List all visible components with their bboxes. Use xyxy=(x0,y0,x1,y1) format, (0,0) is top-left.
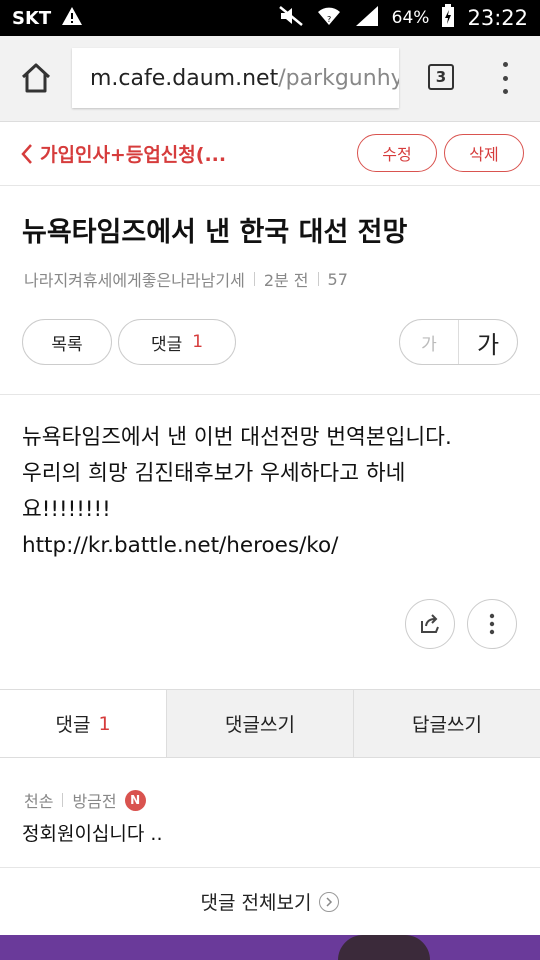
carrier-label: SKT xyxy=(12,7,52,29)
post-author[interactable]: 나라지켜휴세에게좋은나라남기세 xyxy=(24,267,245,291)
comment-meta: 천손 방금전 N xyxy=(24,788,146,812)
font-large-button[interactable]: 가 xyxy=(459,320,517,364)
mute-icon xyxy=(278,5,304,32)
comment-button[interactable]: 댓글 1 xyxy=(118,319,236,365)
svg-text:?: ? xyxy=(327,15,331,24)
chevron-right-icon xyxy=(319,891,340,912)
view-all-label: 댓글 전체보기 xyxy=(200,892,312,914)
tab-comments-count: 1 xyxy=(98,712,111,735)
chevron-left-icon xyxy=(21,143,32,164)
vertical-dots-icon xyxy=(489,613,495,635)
comment-time: 방금전 xyxy=(72,792,117,811)
back-to-board-link[interactable]: 가입인사+등업신청(... xyxy=(20,140,226,167)
home-icon[interactable] xyxy=(18,60,54,96)
tab-comments-label: 댓글 xyxy=(55,714,91,736)
status-bar: SKT ? 64% 23:22 xyxy=(0,0,540,36)
overflow-menu-icon[interactable] xyxy=(494,62,516,94)
post-action-row: 목록 댓글 1 가 가 xyxy=(0,319,540,365)
view-all-comments-link[interactable]: 댓글 전체보기 xyxy=(0,867,540,935)
post-time: 2분 전 xyxy=(263,271,309,290)
battery-icon xyxy=(441,3,455,33)
body-line: 우리의 희망 김진태후보가 우세하다고 하네 xyxy=(22,461,406,486)
font-size-toggle: 가 가 xyxy=(399,319,518,365)
banner-image xyxy=(338,935,430,960)
browser-toolbar: m.cafe.daum.net/parkgunhy 3 xyxy=(0,36,540,122)
more-options-button[interactable] xyxy=(467,599,517,649)
post-views: 57 xyxy=(327,269,348,289)
body-line: 요!!!!!!!! xyxy=(22,497,111,522)
signal-icon xyxy=(354,5,380,32)
tab-switcher-button[interactable]: 3 xyxy=(428,64,454,90)
clock: 23:22 xyxy=(467,6,528,30)
body-link[interactable]: http://kr.battle.net/heroes/ko/ xyxy=(22,528,522,564)
tab-write-reply[interactable]: 답글쓰기 xyxy=(354,690,540,757)
post-meta: 나라지켜휴세에게좋은나라남기세 2분 전 57 xyxy=(24,267,348,291)
url-domain: m.cafe.daum.net xyxy=(90,65,279,91)
url-bar[interactable]: m.cafe.daum.net/parkgunhy xyxy=(72,48,399,108)
tab-comments[interactable]: 댓글 1 xyxy=(0,690,166,757)
comment-text: 정회원이십니다 .. xyxy=(22,823,163,845)
board-nav: 가입인사+등업신청(... 수정 삭제 xyxy=(0,122,540,186)
warning-icon xyxy=(61,6,83,31)
font-small-button[interactable]: 가 xyxy=(400,320,459,364)
tab-write-comment[interactable]: 댓글쓰기 xyxy=(166,690,354,757)
share-icon xyxy=(421,614,439,633)
new-badge: N xyxy=(124,789,146,811)
post-body: 뉴욕타임즈에서 낸 이번 대선전망 번역본입니다. 우리의 희망 김진태후보가 … xyxy=(22,420,522,564)
wifi-icon: ? xyxy=(316,5,342,32)
body-line: 뉴욕타임즈에서 낸 이번 대선전망 번역본입니다. xyxy=(22,425,452,450)
share-button[interactable] xyxy=(405,599,455,649)
ad-banner[interactable] xyxy=(0,935,540,960)
comment-tabs: 댓글 1 댓글쓰기 답글쓰기 xyxy=(0,689,540,758)
comment-button-label: 댓글 xyxy=(150,334,183,355)
url-path: /parkgunhy xyxy=(278,65,399,91)
comment-author[interactable]: 천손 xyxy=(24,788,53,812)
battery-percent: 64% xyxy=(391,8,430,28)
delete-button[interactable]: 삭제 xyxy=(444,134,524,172)
post-title: 뉴욕타임즈에서 낸 한국 대선 전망 xyxy=(22,217,408,248)
divider xyxy=(0,394,540,395)
comment-count: 1 xyxy=(192,332,204,352)
list-button[interactable]: 목록 xyxy=(22,319,112,365)
board-name: 가입인사+등업신청(... xyxy=(40,144,227,166)
edit-button[interactable]: 수정 xyxy=(357,134,437,172)
